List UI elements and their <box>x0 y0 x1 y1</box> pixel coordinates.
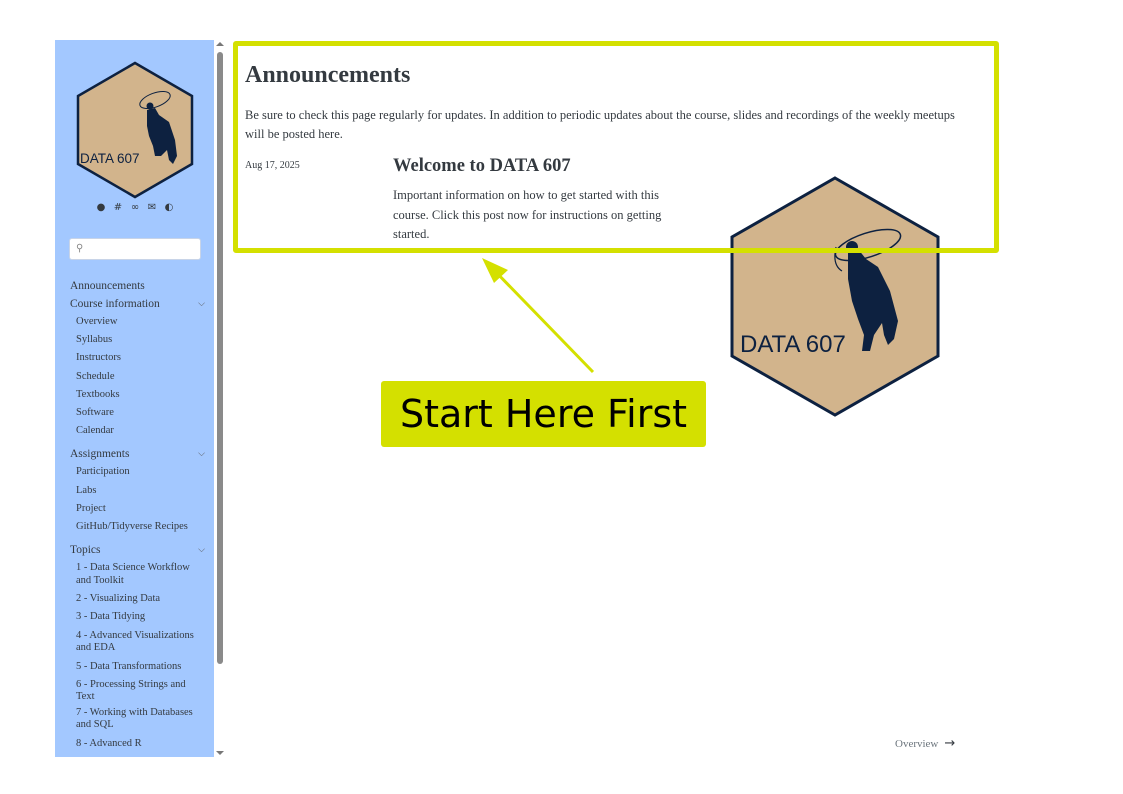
section-label: Topics <box>70 544 101 557</box>
sidebar-item-topic-6[interactable]: 6 - Processing Strings and Text <box>70 679 205 704</box>
sidebar-section-course-information[interactable]: Course information ⌵ <box>70 295 205 313</box>
scroll-up-icon[interactable] <box>216 42 224 46</box>
sidebar-section-assignments[interactable]: Assignments ⌵ <box>70 445 205 463</box>
sidebar-item-textbooks[interactable]: Textbooks <box>70 386 205 404</box>
chevron-down-icon[interactable]: ⌵ <box>198 445 205 463</box>
chevron-down-icon[interactable]: ⌵ <box>198 295 205 313</box>
pointer-arrow <box>482 258 595 374</box>
arrow-right-icon: → <box>944 736 956 751</box>
search-input[interactable]: ⚲ <box>69 238 201 260</box>
section-label: Assignments <box>70 448 130 461</box>
sidebar-item-topic-2[interactable]: 2 - Visualizing Data <box>70 590 205 608</box>
link-icon[interactable]: ∞ <box>129 202 141 213</box>
mail-icon[interactable]: ✉ <box>146 202 158 213</box>
sidebar-item-calendar[interactable]: Calendar <box>70 422 205 440</box>
sidebar-item-announcements[interactable]: Announcements <box>70 277 205 295</box>
tools-bar: ● # ∞ ✉ ◐ <box>90 202 180 213</box>
sidebar: DATA 607 ● # ∞ ✉ ◐ ⚲ Announcements Cours… <box>55 40 226 757</box>
sidebar-item-topic-3[interactable]: 3 - Data Tidying <box>70 608 205 626</box>
course-logo[interactable]: DATA 607 <box>75 60 195 200</box>
sidebar-item-recipes[interactable]: GitHub/Tidyverse Recipes <box>70 518 205 536</box>
github-icon[interactable]: ● <box>95 202 107 213</box>
scrollbar-thumb[interactable] <box>217 52 223 664</box>
highlight-box <box>233 41 999 253</box>
chevron-down-icon[interactable]: ⌵ <box>198 541 205 559</box>
sidebar-item-topic-7[interactable]: 7 - Working with Databases and SQL <box>70 707 205 732</box>
scroll-down-icon[interactable] <box>216 751 224 755</box>
logo-text: DATA 607 <box>80 151 140 166</box>
sidebar-section-topics[interactable]: Topics ⌵ <box>70 541 205 559</box>
sidebar-nav: Announcements Course information ⌵ Overv… <box>70 277 205 753</box>
next-page-label: Overview <box>895 737 939 750</box>
toggle-icon[interactable]: ◐ <box>163 202 175 213</box>
sidebar-item-software[interactable]: Software <box>70 404 205 422</box>
search-icon: ⚲ <box>76 243 84 254</box>
next-page-link[interactable]: Overview → <box>895 736 955 751</box>
sidebar-item-participation[interactable]: Participation <box>70 463 205 481</box>
sidebar-item-topic-4[interactable]: 4 - Advanced Visualizations and EDA <box>70 630 205 655</box>
sidebar-item-topic-5[interactable]: 5 - Data Transformations <box>70 658 205 676</box>
sidebar-item-instructors[interactable]: Instructors <box>70 349 205 367</box>
sidebar-item-labs[interactable]: Labs <box>70 482 205 500</box>
sidebar-item-topic-8[interactable]: 8 - Advanced R <box>70 735 205 753</box>
sidebar-item-topic-1[interactable]: 1 - Data Science Workflow and Toolkit <box>70 562 205 587</box>
sidebar-item-schedule[interactable]: Schedule <box>70 368 205 386</box>
start-here-callout: Start Here First <box>381 381 706 447</box>
sidebar-item-overview[interactable]: Overview <box>70 313 205 331</box>
section-label: Course information <box>70 298 160 310</box>
slack-icon[interactable]: # <box>112 202 124 213</box>
page: DATA 607 ● # ∞ ✉ ◐ ⚲ Announcements Cours… <box>0 0 1123 794</box>
sidebar-scrollbar[interactable] <box>214 40 226 757</box>
sidebar-item-syllabus[interactable]: Syllabus <box>70 331 205 349</box>
logo-text: DATA 607 <box>740 331 846 358</box>
sidebar-item-project[interactable]: Project <box>70 500 205 518</box>
